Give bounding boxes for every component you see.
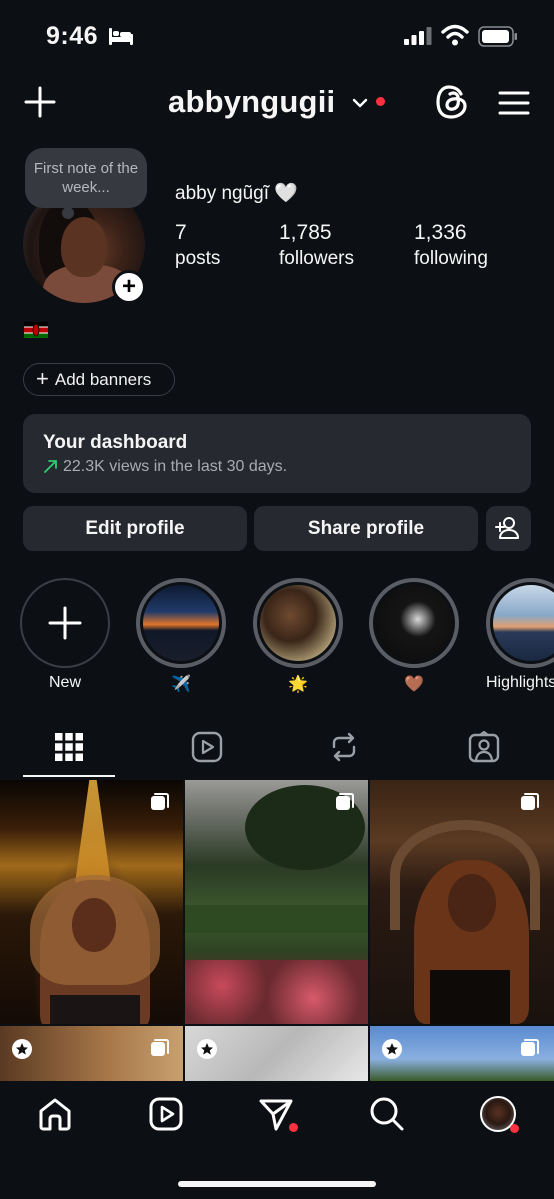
dashboard-subtitle: 22.3K views in the last 30 days. xyxy=(63,458,288,475)
note-bubble[interactable]: First note of the week... xyxy=(25,148,147,208)
multiple-photos-icon xyxy=(151,1039,169,1056)
note-bubble-tail xyxy=(62,207,74,219)
account-notification-dot xyxy=(376,97,385,106)
dashboard-title: Your dashboard xyxy=(43,432,188,453)
avatar-face xyxy=(61,217,107,277)
highlight-new[interactable] xyxy=(20,578,110,668)
tagged-icon[interactable] xyxy=(468,731,500,763)
following-count[interactable]: 1,336 xyxy=(414,221,467,245)
highlight-cover xyxy=(143,585,219,661)
search-icon[interactable] xyxy=(369,1096,405,1132)
highlight-label: Highlights xyxy=(486,674,554,691)
add-banners-button[interactable]: + Add banners xyxy=(23,363,175,396)
profile-notification-dot xyxy=(510,1124,519,1133)
menu-icon[interactable] xyxy=(498,90,530,116)
wifi-icon xyxy=(441,24,469,46)
highlight-item[interactable] xyxy=(486,578,554,668)
pinned-icon xyxy=(12,1039,32,1059)
reposts-icon[interactable] xyxy=(328,731,360,763)
battery-icon xyxy=(478,26,517,47)
highlight-label: ✈️ xyxy=(171,676,191,693)
pinned-icon xyxy=(197,1039,217,1059)
username-switcher[interactable]: abbyngugii xyxy=(168,84,335,120)
highlight-label: 🤎 xyxy=(404,676,424,693)
person-top xyxy=(430,970,510,1024)
reels-icon[interactable] xyxy=(191,731,223,763)
plus-icon: + xyxy=(36,365,49,391)
dashboard-card[interactable]: Your dashboard 22.3K views in the last 3… xyxy=(23,414,531,493)
add-person-icon xyxy=(495,517,519,539)
following-label[interactable]: following xyxy=(414,248,488,270)
highlight-cover xyxy=(493,585,554,661)
post-thumbnail[interactable] xyxy=(0,780,183,1024)
garden-hedge xyxy=(185,905,368,933)
signal-icon xyxy=(404,27,432,45)
add-story-button[interactable]: + xyxy=(112,270,146,304)
display-name: abby ngũgĩ 🤍 xyxy=(175,183,298,204)
posts-label[interactable]: posts xyxy=(175,248,220,270)
chevron-down-icon[interactable] xyxy=(352,98,368,108)
highlight-cover xyxy=(376,585,452,661)
highlight-item[interactable] xyxy=(136,578,226,668)
reels-nav-icon[interactable] xyxy=(148,1096,184,1132)
direct-notification-dot xyxy=(289,1123,298,1132)
share-profile-button[interactable]: Share profile xyxy=(254,506,478,551)
highlight-label: New xyxy=(48,674,81,691)
trend-up-icon xyxy=(44,460,57,473)
multiple-photos-icon xyxy=(521,1039,539,1056)
home-indicator xyxy=(178,1181,376,1187)
post-thumbnail[interactable] xyxy=(185,780,368,1024)
followers-label[interactable]: followers xyxy=(279,248,354,270)
multiple-photos-icon xyxy=(336,793,354,810)
pinned-icon xyxy=(382,1039,402,1059)
person-face xyxy=(448,874,496,932)
edit-profile-button[interactable]: Edit profile xyxy=(23,506,247,551)
person-face xyxy=(72,898,116,952)
active-tab-indicator xyxy=(23,775,115,777)
posts-count[interactable]: 7 xyxy=(175,221,187,245)
highlight-label: 🌟 xyxy=(288,676,308,693)
home-icon[interactable] xyxy=(37,1096,73,1132)
add-banners-label: Add banners xyxy=(54,369,152,389)
flower-bed xyxy=(185,960,368,1024)
multiple-photos-icon xyxy=(151,793,169,810)
person-top xyxy=(50,995,140,1024)
post-thumbnail[interactable] xyxy=(370,780,554,1024)
bed-icon xyxy=(109,28,133,45)
highlight-cover xyxy=(260,585,336,661)
discover-people-button[interactable] xyxy=(486,506,531,551)
multiple-photos-icon xyxy=(521,793,539,810)
threads-icon[interactable] xyxy=(434,84,470,120)
highlight-item[interactable] xyxy=(253,578,343,668)
grid-icon[interactable] xyxy=(53,731,85,763)
status-time: 9:46 xyxy=(46,22,99,50)
followers-count[interactable]: 1,785 xyxy=(279,221,332,245)
highlight-item[interactable] xyxy=(369,578,459,668)
plus-icon xyxy=(48,606,82,640)
plus-icon[interactable] xyxy=(24,86,56,118)
kenya-flag-icon xyxy=(24,322,48,338)
